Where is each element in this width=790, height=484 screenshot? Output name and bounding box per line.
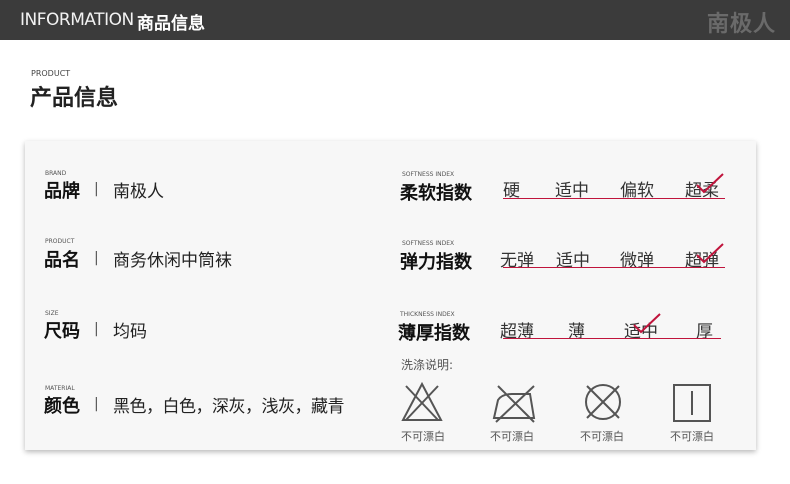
size-separator: | (94, 321, 99, 337)
size-label: 尺码 (44, 321, 80, 342)
brand-value: 南极人 (113, 182, 164, 202)
size-value: 均码 (113, 322, 147, 342)
top-banner: INFORMATION 商品信息 南极人 (0, 0, 790, 40)
softness-check-icon (696, 173, 724, 194)
product-label: 品名 (44, 250, 80, 271)
no-bleach-triangle-icon (401, 381, 443, 421)
brand-logo: 南极人 (706, 12, 776, 37)
thickness-label: 薄厚指数 (398, 323, 470, 344)
section-label-en: PRODUCT (31, 69, 71, 78)
section-title: 产品信息 (30, 86, 119, 111)
thickness-scale-line (503, 338, 721, 339)
product-value: 商务休闲中筒袜 (113, 251, 232, 271)
color-value: 黑色，白色，深灰，浅灰，藏青 (113, 397, 345, 417)
elasticity-label-en: SOFTNESS INDEX (402, 240, 455, 247)
banner-title-cn: 商品信息 (137, 14, 205, 34)
banner-title-en: INFORMATION (20, 10, 134, 30)
softness-label: 柔软指数 (400, 183, 472, 204)
color-label: 颜色 (44, 396, 80, 417)
thickness-check-icon (633, 313, 661, 334)
line-dry-icon (673, 384, 711, 422)
brand-separator: | (94, 181, 99, 197)
elasticity-scale-line (503, 267, 725, 268)
softness-scale-line (503, 198, 725, 199)
line-dry-label: 不可漂白 (670, 430, 714, 443)
size-label-en: SIZE (45, 310, 59, 317)
no-bleach-triangle-label: 不可漂白 (401, 430, 445, 443)
material-label-en: MATERIAL (45, 385, 75, 392)
no-tumble-dry-icon (585, 384, 621, 420)
brand-label-en: BRAND (45, 170, 67, 177)
elasticity-label: 弹力指数 (400, 252, 472, 273)
no-iron-label: 不可漂白 (490, 430, 534, 443)
product-label-en: PRODUCT (45, 238, 75, 245)
brand-label: 品牌 (44, 181, 80, 202)
no-tumble-dry-label: 不可漂白 (580, 430, 624, 443)
thickness-label-en: THICKNESS INDEX (400, 311, 455, 318)
color-separator: | (94, 396, 99, 412)
washing-title: 洗涤说明: (401, 358, 454, 372)
softness-label-en: SOFTNESS INDEX (402, 171, 455, 178)
no-iron-icon (492, 385, 536, 423)
elasticity-check-icon (696, 243, 724, 264)
product-separator: | (94, 250, 99, 266)
